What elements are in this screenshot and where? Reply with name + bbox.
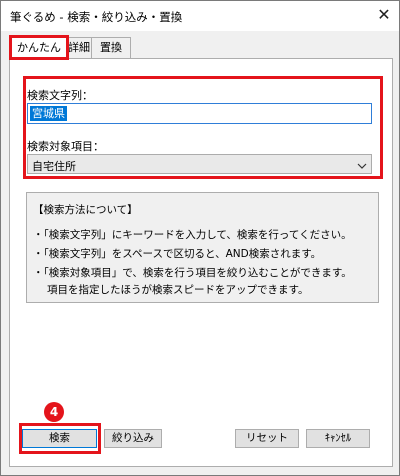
- tab-strip: かんたん 詳細 置換: [9, 35, 391, 60]
- tab-panel-kantan: 検索文字列： 宮城県 検索対象項目： 自宅住所 【検索方法について】 ・「検索文…: [9, 58, 393, 467]
- tab-chikan[interactable]: 置換: [91, 37, 131, 59]
- help-line: ・「検索対象項目」で、検索を行う項目を絞り込むことができます。: [33, 267, 352, 279]
- search-text-label: 検索文字列：: [27, 89, 93, 102]
- filter-button[interactable]: 絞り込み: [104, 429, 162, 448]
- help-line: 項目を指定したほうが検索スピードをアップできます。: [47, 284, 309, 296]
- search-target-value: 自宅住所: [32, 160, 76, 173]
- tab-kantan-label: かんたん: [17, 41, 61, 54]
- help-box: 【検索方法について】 ・「検索文字列」にキーワードを入力して、検索を行ってくださ…: [26, 192, 379, 303]
- tab-chikan-label: 置換: [100, 41, 122, 54]
- tab-kantan[interactable]: かんたん: [9, 35, 69, 60]
- search-text-input[interactable]: 宮城県: [27, 103, 372, 124]
- close-icon[interactable]: ✕: [369, 1, 399, 31]
- chevron-down-icon: [357, 160, 367, 173]
- step-badge: 4: [44, 402, 64, 422]
- help-heading: 【検索方法について】: [33, 204, 138, 216]
- title-bar: 筆ぐるめ - 検索・絞り込み・置換 ✕: [1, 1, 399, 31]
- reset-button[interactable]: リセット: [235, 429, 299, 448]
- window-title: 筆ぐるめ - 検索・絞り込み・置換: [10, 10, 183, 24]
- search-button[interactable]: 検索: [22, 429, 97, 448]
- help-line: ・「検索文字列」をスペースで区切ると、AND検索されます。: [33, 248, 322, 260]
- help-line: ・「検索文字列」にキーワードを入力して、検索を行ってください。: [33, 229, 352, 241]
- dialog-window: 筆ぐるめ - 検索・絞り込み・置換 ✕ かんたん 詳細 置換 検索文字列： 宮城…: [0, 0, 400, 476]
- cancel-button[interactable]: ｷｬﾝｾﾙ: [306, 429, 370, 448]
- search-target-label: 検索対象項目：: [27, 140, 104, 153]
- search-text-value: 宮城県: [30, 106, 67, 121]
- tab-shosai-label: 詳細: [68, 41, 90, 54]
- search-target-select[interactable]: 自宅住所: [27, 154, 372, 174]
